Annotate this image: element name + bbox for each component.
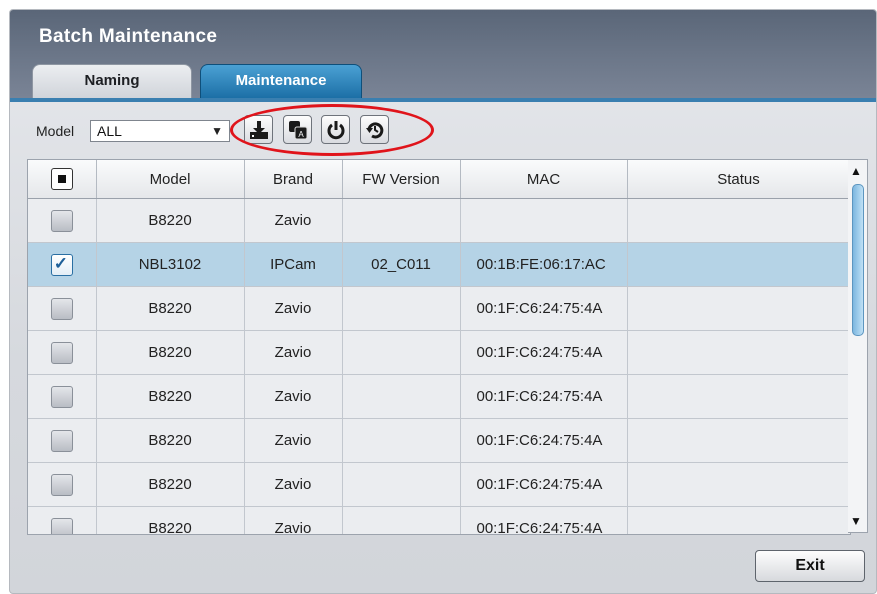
table-row[interactable]: B8220 Zavio <box>28 198 850 243</box>
cell-brand: Zavio <box>244 462 343 507</box>
firmware-upgrade-button[interactable] <box>244 115 273 144</box>
language-pack-icon: A <box>288 120 307 139</box>
cell-model: B8220 <box>96 286 245 331</box>
cell-model: B8220 <box>96 198 245 243</box>
exit-button[interactable]: Exit <box>755 550 865 582</box>
cell-status <box>627 330 850 375</box>
cell-brand: Zavio <box>244 286 343 331</box>
model-filter-select[interactable]: ALL ▼ <box>90 120 230 142</box>
svg-text:A: A <box>298 130 304 139</box>
cell-status <box>627 374 850 419</box>
scroll-up-arrow-icon[interactable]: ▲ <box>850 164 862 178</box>
language-button[interactable]: A <box>283 115 312 144</box>
tab-maintenance[interactable]: Maintenance <box>200 64 362 98</box>
select-all-cell[interactable] <box>28 160 97 199</box>
tab-underline <box>10 98 876 102</box>
cell-fw-version <box>342 330 461 375</box>
cell-mac: 00:1B:FE:06:17:AC <box>460 242 628 287</box>
cell-brand: Zavio <box>244 374 343 419</box>
cell-fw-version <box>342 286 461 331</box>
cell-status <box>627 242 850 287</box>
column-header-brand[interactable]: Brand <box>244 160 343 199</box>
select-all-checkbox[interactable] <box>50 168 73 190</box>
tab-naming[interactable]: Naming <box>32 64 192 98</box>
table-row[interactable]: B8220 Zavio 00:1F:C6:24:75:4A <box>28 286 850 331</box>
cell-model: B8220 <box>96 506 245 534</box>
cell-brand: IPCam <box>244 242 343 287</box>
row-checkbox[interactable] <box>50 297 73 320</box>
column-header-status[interactable]: Status <box>627 160 850 199</box>
table-row[interactable]: B8220 Zavio 00:1F:C6:24:75:4A <box>28 506 850 534</box>
device-table: Model Brand FW Version MAC Status B8220 … <box>27 159 851 535</box>
checkmark-icon: ✓ <box>53 253 68 273</box>
cell-brand: Zavio <box>244 198 343 243</box>
cell-status <box>627 198 850 243</box>
cell-fw-version <box>342 506 461 534</box>
cell-fw-version <box>342 462 461 507</box>
column-header-fw-version[interactable]: FW Version <box>342 160 461 199</box>
cell-mac: 00:1F:C6:24:75:4A <box>460 506 628 534</box>
row-checkbox-cell[interactable] <box>28 198 97 243</box>
row-checkbox-cell[interactable] <box>28 330 97 375</box>
table-row[interactable]: B8220 Zavio 00:1F:C6:24:75:4A <box>28 330 850 375</box>
row-checkbox[interactable] <box>50 341 73 364</box>
cell-brand: Zavio <box>244 418 343 463</box>
cell-brand: Zavio <box>244 330 343 375</box>
model-filter-value: ALL <box>97 123 122 139</box>
row-checkbox-cell[interactable] <box>28 286 97 331</box>
column-header-model[interactable]: Model <box>96 160 245 199</box>
table-row[interactable]: B8220 Zavio 00:1F:C6:24:75:4A <box>28 462 850 507</box>
power-icon <box>327 120 344 139</box>
table-row[interactable]: B8220 Zavio 00:1F:C6:24:75:4A <box>28 418 850 463</box>
row-checkbox-cell[interactable] <box>28 418 97 463</box>
cell-model: B8220 <box>96 418 245 463</box>
cell-mac: 00:1F:C6:24:75:4A <box>460 462 628 507</box>
cell-fw-version: 02_C011 <box>342 242 461 287</box>
cell-status <box>627 462 850 507</box>
restore-icon <box>365 121 383 138</box>
column-header-mac[interactable]: MAC <box>460 160 628 199</box>
cell-status <box>627 286 850 331</box>
row-checkbox[interactable] <box>50 209 73 232</box>
table-row[interactable]: B8220 Zavio 00:1F:C6:24:75:4A <box>28 374 850 419</box>
cell-model: B8220 <box>96 374 245 419</box>
cell-mac <box>460 198 628 243</box>
table-header-row: Model Brand FW Version MAC Status <box>28 160 850 199</box>
title-bar: Batch Maintenance Naming Maintenance <box>10 10 876 98</box>
cell-mac: 00:1F:C6:24:75:4A <box>460 286 628 331</box>
factory-reset-button[interactable] <box>360 115 389 144</box>
cell-status <box>627 418 850 463</box>
scrollbar-thumb[interactable] <box>852 184 864 336</box>
cell-brand: Zavio <box>244 506 343 534</box>
batch-maintenance-window: Batch Maintenance Naming Maintenance Mod… <box>9 9 877 594</box>
cell-model: B8220 <box>96 330 245 375</box>
cell-model: NBL3102 <box>96 242 245 287</box>
row-checkbox[interactable] <box>50 385 73 408</box>
cell-fw-version <box>342 374 461 419</box>
cell-mac: 00:1F:C6:24:75:4A <box>460 418 628 463</box>
vertical-scrollbar[interactable]: ▲ ▼ <box>848 159 868 533</box>
row-checkbox-cell[interactable] <box>28 462 97 507</box>
firmware-upgrade-icon <box>249 120 268 139</box>
reboot-button[interactable] <box>321 115 350 144</box>
row-checkbox[interactable] <box>50 473 73 496</box>
cell-fw-version <box>342 198 461 243</box>
cell-fw-version <box>342 418 461 463</box>
row-checkbox[interactable] <box>50 517 73 534</box>
row-checkbox-cell[interactable]: ✓ <box>28 242 97 287</box>
dropdown-arrow-icon: ▼ <box>211 124 223 138</box>
cell-model: B8220 <box>96 462 245 507</box>
model-filter-label: Model <box>36 123 75 139</box>
window-title: Batch Maintenance <box>39 26 218 47</box>
row-checkbox[interactable] <box>50 429 73 452</box>
cell-status <box>627 506 850 534</box>
cell-mac: 00:1F:C6:24:75:4A <box>460 374 628 419</box>
table-row-selected[interactable]: ✓ NBL3102 IPCam 02_C011 00:1B:FE:06:17:A… <box>28 242 850 287</box>
cell-mac: 00:1F:C6:24:75:4A <box>460 330 628 375</box>
row-checkbox-cell[interactable] <box>28 506 97 534</box>
row-checkbox-cell[interactable] <box>28 374 97 419</box>
scroll-down-arrow-icon[interactable]: ▼ <box>850 514 862 528</box>
row-checkbox-checked[interactable]: ✓ <box>50 253 73 276</box>
